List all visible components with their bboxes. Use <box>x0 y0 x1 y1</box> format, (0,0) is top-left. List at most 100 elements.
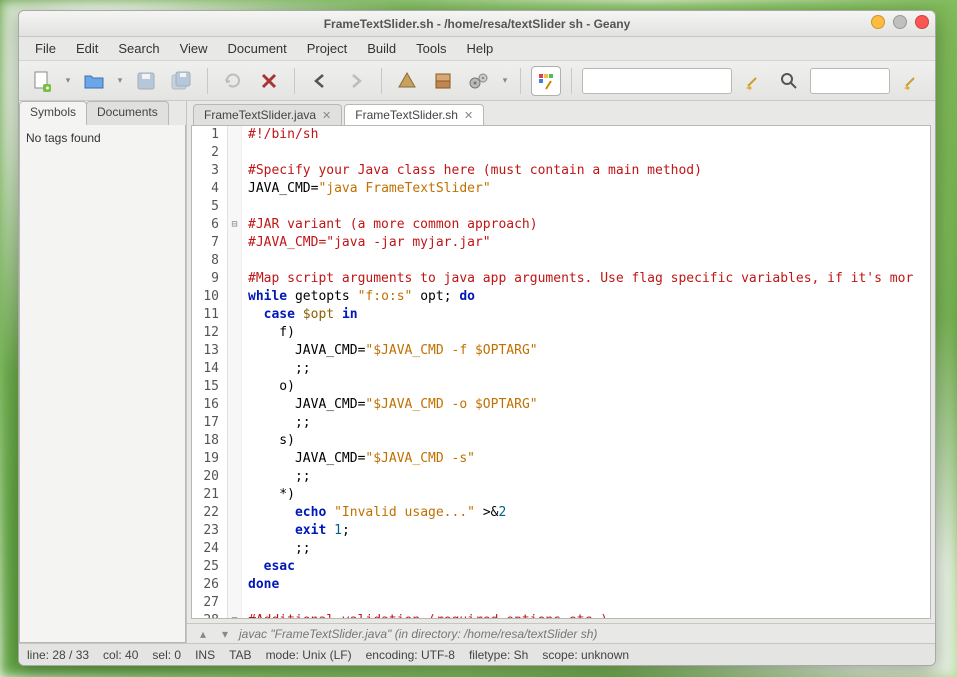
code-text[interactable]: JAVA_CMD="java FrameTextSlider" <box>242 180 491 198</box>
code-text[interactable]: while getopts "f:o:s" opt; do <box>242 288 475 306</box>
search-button[interactable] <box>774 66 804 96</box>
code-line[interactable]: 7#JAVA_CMD="java -jar myjar.jar" <box>192 234 930 252</box>
code-line[interactable]: 22 echo "Invalid usage..." >&2 <box>192 504 930 522</box>
compile-button[interactable] <box>392 66 422 96</box>
code-line[interactable]: 17 ;; <box>192 414 930 432</box>
code-text[interactable] <box>242 198 256 216</box>
code-text[interactable]: ;; <box>242 360 311 378</box>
color-chooser-button[interactable] <box>531 66 561 96</box>
code-text[interactable]: exit 1; <box>242 522 350 540</box>
code-text[interactable]: #JAR variant (a more common approach) <box>242 216 538 234</box>
code-line[interactable]: 13 JAVA_CMD="$JAVA_CMD -f $OPTARG" <box>192 342 930 360</box>
fold-marker[interactable]: ⊟ <box>228 612 242 619</box>
code-line[interactable]: 27 <box>192 594 930 612</box>
code-line[interactable]: 15 o) <box>192 378 930 396</box>
menu-document[interactable]: Document <box>220 38 295 59</box>
close-tab-icon[interactable]: ✕ <box>464 109 473 122</box>
code-line[interactable]: 9#Map script arguments to java app argum… <box>192 270 930 288</box>
code-line[interactable]: 20 ;; <box>192 468 930 486</box>
code-text[interactable]: case $opt in <box>242 306 358 324</box>
code-line[interactable]: 10while getopts "f:o:s" opt; do <box>192 288 930 306</box>
execute-button[interactable] <box>464 66 494 96</box>
code-text[interactable]: JAVA_CMD="$JAVA_CMD -f $OPTARG" <box>242 342 538 360</box>
status-filetype[interactable]: filetype: Sh <box>469 648 528 662</box>
save-all-button[interactable] <box>167 66 197 96</box>
code-text[interactable]: esac <box>242 558 295 576</box>
new-file-button[interactable] <box>27 66 57 96</box>
code-text[interactable] <box>242 144 256 162</box>
minimize-button[interactable] <box>871 15 885 29</box>
code-line[interactable]: 4JAVA_CMD="java FrameTextSlider" <box>192 180 930 198</box>
code-text[interactable]: #Specify your Java class here (must cont… <box>242 162 702 180</box>
code-text[interactable]: ;; <box>242 468 311 486</box>
code-line[interactable]: 19 JAVA_CMD="$JAVA_CMD -s" <box>192 450 930 468</box>
menu-view[interactable]: View <box>172 38 216 59</box>
search-input[interactable] <box>810 68 890 94</box>
code-text[interactable]: o) <box>242 378 295 396</box>
code-line[interactable]: 12 f) <box>192 324 930 342</box>
menu-tools[interactable]: Tools <box>408 38 454 59</box>
code-line[interactable]: 21 *) <box>192 486 930 504</box>
open-file-button[interactable] <box>79 66 109 96</box>
menu-project[interactable]: Project <box>299 38 355 59</box>
code-line[interactable]: 8 <box>192 252 930 270</box>
file-tab-java[interactable]: FrameTextSlider.java ✕ <box>193 104 342 125</box>
code-text[interactable]: ;; <box>242 540 311 558</box>
code-text[interactable]: ;; <box>242 414 311 432</box>
status-encoding[interactable]: encoding: UTF-8 <box>366 648 455 662</box>
maximize-button[interactable] <box>893 15 907 29</box>
sidebar-tab-symbols[interactable]: Symbols <box>19 101 87 125</box>
status-tab[interactable]: TAB <box>229 648 251 662</box>
code-line[interactable]: 6⊟#JAR variant (a more common approach) <box>192 216 930 234</box>
menu-search[interactable]: Search <box>110 38 167 59</box>
code-line[interactable]: 23 exit 1; <box>192 522 930 540</box>
code-line[interactable]: 3#Specify your Java class here (must con… <box>192 162 930 180</box>
menu-help[interactable]: Help <box>459 38 502 59</box>
code-line[interactable]: 18 s) <box>192 432 930 450</box>
code-text[interactable]: s) <box>242 432 295 450</box>
code-line[interactable]: 11 case $opt in <box>192 306 930 324</box>
file-tab-sh[interactable]: FrameTextSlider.sh ✕ <box>344 104 484 125</box>
code-text[interactable] <box>242 594 256 612</box>
code-text[interactable]: done <box>242 576 279 594</box>
goto-clear-button[interactable] <box>738 66 768 96</box>
build-button[interactable] <box>428 66 458 96</box>
code-line[interactable]: 16 JAVA_CMD="$JAVA_CMD -o $OPTARG" <box>192 396 930 414</box>
menu-file[interactable]: File <box>27 38 64 59</box>
execute-dropdown[interactable]: ▾ <box>500 75 510 86</box>
code-text[interactable]: #Additional validation (required options… <box>242 612 608 619</box>
status-mode[interactable]: mode: Unix (LF) <box>266 648 352 662</box>
code-text[interactable]: JAVA_CMD="$JAVA_CMD -o $OPTARG" <box>242 396 538 414</box>
save-button[interactable] <box>131 66 161 96</box>
code-line[interactable]: 14 ;; <box>192 360 930 378</box>
open-file-dropdown[interactable]: ▾ <box>115 75 125 86</box>
close-button[interactable] <box>915 15 929 29</box>
revert-button[interactable] <box>218 66 248 96</box>
code-text[interactable]: f) <box>242 324 295 342</box>
code-editor[interactable]: 1#!/bin/sh2 3#Specify your Java class he… <box>191 125 931 619</box>
code-line[interactable]: 28⊟#Additional validation (required opti… <box>192 612 930 619</box>
titlebar[interactable]: FrameTextSlider.sh - /home/resa/textSlid… <box>19 11 935 37</box>
menu-edit[interactable]: Edit <box>68 38 106 59</box>
compiler-prev-button[interactable]: ▴ <box>195 627 211 641</box>
code-line[interactable]: 26done <box>192 576 930 594</box>
compiler-next-button[interactable]: ▾ <box>217 627 233 641</box>
code-text[interactable] <box>242 252 256 270</box>
nav-forward-button[interactable] <box>341 66 371 96</box>
code-text[interactable]: echo "Invalid usage..." >&2 <box>242 504 506 522</box>
code-text[interactable]: #Map script arguments to java app argume… <box>242 270 913 288</box>
code-line[interactable]: 5 <box>192 198 930 216</box>
status-ins[interactable]: INS <box>195 648 215 662</box>
sidebar-tab-documents[interactable]: Documents <box>86 101 169 125</box>
menu-build[interactable]: Build <box>359 38 404 59</box>
code-line[interactable]: 1#!/bin/sh <box>192 126 930 144</box>
code-line[interactable]: 2 <box>192 144 930 162</box>
search-clear-button[interactable] <box>896 66 926 96</box>
new-file-dropdown[interactable]: ▾ <box>63 75 73 86</box>
code-text[interactable]: #!/bin/sh <box>242 126 318 144</box>
close-tab-icon[interactable]: ✕ <box>322 109 331 122</box>
nav-back-button[interactable] <box>305 66 335 96</box>
code-text[interactable]: JAVA_CMD="$JAVA_CMD -s" <box>242 450 475 468</box>
goto-line-input[interactable] <box>582 68 732 94</box>
code-text[interactable]: #JAVA_CMD="java -jar myjar.jar" <box>242 234 491 252</box>
